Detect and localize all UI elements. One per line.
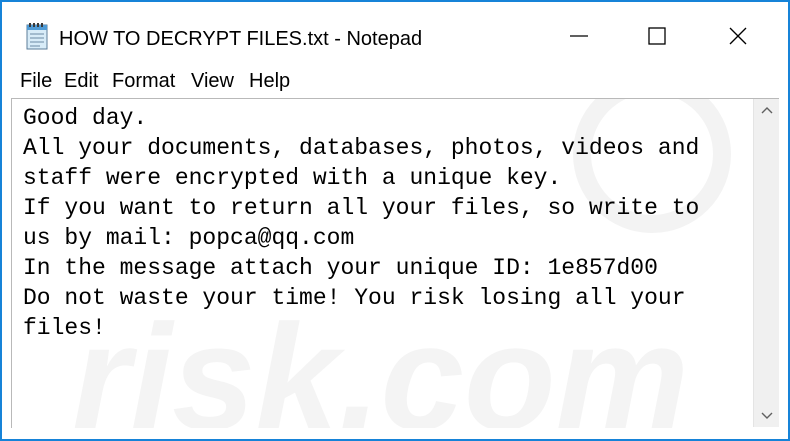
- text-line: us by mail: popca@qq.com: [23, 225, 355, 251]
- menu-view[interactable]: View: [191, 68, 234, 94]
- minimize-button[interactable]: [556, 16, 602, 60]
- text-line: Do not waste your time! You risk losing …: [23, 285, 686, 311]
- minimize-icon: [569, 26, 589, 51]
- notepad-window: HOW TO DECRYPT FILES.txt - Notepad File …: [0, 0, 790, 441]
- chevron-down-icon: [761, 407, 773, 425]
- text-line: All your documents, databases, photos, v…: [23, 135, 700, 161]
- text-editor[interactable]: risk.com Good day. All your documents, da…: [11, 98, 779, 428]
- chevron-up-icon: [761, 101, 773, 119]
- text-line: files!: [23, 315, 106, 341]
- maximize-button[interactable]: [634, 16, 680, 60]
- close-button[interactable]: [715, 16, 761, 60]
- text-line: Good day.: [23, 105, 148, 131]
- window-title: HOW TO DECRYPT FILES.txt - Notepad: [59, 28, 423, 50]
- text-line: If you want to return all your files, so…: [23, 195, 700, 221]
- menu-format[interactable]: Format: [112, 68, 175, 94]
- notepad-icon: [24, 22, 50, 50]
- menu-bar: File Edit Format View Help: [2, 64, 788, 96]
- text-line: staff were encrypted with a unique key.: [23, 165, 562, 191]
- menu-help[interactable]: Help: [249, 68, 290, 94]
- scroll-down-button[interactable]: [754, 405, 779, 427]
- text-line: In the message attach your unique ID: 1e…: [23, 255, 658, 281]
- maximize-icon: [647, 26, 667, 51]
- menu-file[interactable]: File: [20, 68, 52, 94]
- menu-edit[interactable]: Edit: [64, 68, 98, 94]
- scroll-up-button[interactable]: [754, 99, 779, 121]
- close-icon: [728, 26, 748, 51]
- vertical-scrollbar[interactable]: [753, 99, 779, 427]
- title-bar[interactable]: HOW TO DECRYPT FILES.txt - Notepad: [2, 2, 788, 60]
- document-text[interactable]: Good day. All your documents, databases, …: [23, 103, 753, 343]
